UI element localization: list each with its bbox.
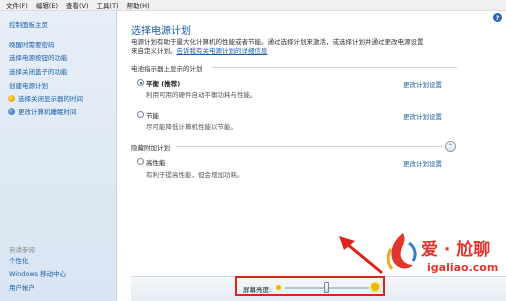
plan-desc-balanced: 利用可用的硬件自动平衡功耗与性能。	[146, 91, 257, 99]
see-also-personalize[interactable]: 个性化	[9, 255, 29, 265]
change-plan-settings-balanced[interactable]: 更改计划设置	[403, 79, 442, 89]
sidebar-item-create-plan[interactable]: 创建电源计划	[9, 80, 48, 90]
menu-tools[interactable]: 工具(T)	[97, 0, 119, 10]
plan-desc-power-saver: 尽可能降低计算机性能以节能。	[146, 123, 237, 131]
plan-name-high-performance: 高性能	[146, 159, 166, 167]
see-also-user-accounts[interactable]: 用户帐户	[9, 282, 35, 292]
menu-view[interactable]: 查看(V)	[66, 0, 89, 10]
watermark-title: 爱 · 尬聊	[421, 240, 491, 260]
sidebar-item-lid[interactable]: 选择关闭盖子的功能	[9, 66, 68, 76]
watermark: 爱 · 尬聊 igaliao.com	[383, 227, 505, 281]
see-also-mobility-center[interactable]: Windows 移动中心	[9, 268, 66, 278]
sidebar-item-label: 更改计算机睡眠时间	[18, 108, 77, 116]
intro-text: 电源计划有助于最大化计算机的性能或者节能。通过选择计划来激活，或选择计划并通过更…	[131, 38, 471, 56]
plan-radio-high-performance[interactable]	[137, 158, 144, 165]
page-title: 选择电源计划	[131, 26, 191, 37]
highlight-annotation	[235, 276, 385, 296]
sidebar-item-power-button[interactable]: 选择电源按钮的功能	[9, 52, 68, 62]
sidebar-item-sleep-time[interactable]: 更改计算机睡眠时间	[8, 106, 77, 116]
menu-bar: 文件(F) 编辑(E) 查看(V) 工具(T) 帮助(H)	[0, 0, 506, 11]
section-shown-plans: 电池指示器上显示的计划	[131, 65, 203, 73]
change-plan-settings-high-performance[interactable]: 更改计划设置	[403, 158, 442, 168]
intro-line-1: 电源计划有助于最大化计算机的性能或者节能。通过选择计划来激活，或选择计划并通过更…	[131, 38, 424, 46]
shield-icon	[8, 94, 15, 102]
sidebar-item-label: 选择关闭显示器的时间	[18, 95, 83, 103]
intro-line-2: 来自定义计划。告诉我有关电源计划的详细信息	[131, 47, 471, 56]
power-plan-info-link[interactable]: 告诉我有关电源计划的详细信息	[177, 47, 268, 55]
watermark-logo	[386, 233, 417, 270]
plan-name-balanced: 平衡 (推荐)	[146, 80, 181, 88]
sidebar-item-display-off[interactable]: 选择关闭显示器的时间	[8, 93, 83, 103]
plan-desc-high-performance: 有利于提高性能，但会增加功耗。	[146, 171, 244, 179]
plan-name-power-saver: 节能	[146, 112, 159, 120]
menu-file[interactable]: 文件(F)	[6, 0, 28, 10]
arrow-annotation	[339, 236, 383, 274]
change-plan-settings-power-saver[interactable]: 更改计划设置	[403, 111, 442, 121]
collapse-icon[interactable]: ⌃	[445, 141, 456, 152]
moon-icon	[8, 107, 15, 115]
plan-radio-balanced[interactable]	[137, 79, 144, 86]
section-divider	[212, 67, 457, 68]
menu-edit[interactable]: 编辑(E)	[36, 0, 58, 10]
sidebar-home-link[interactable]: 控制面板主页	[9, 19, 48, 29]
sidebar: 控制面板主页 唤醒时需要密码 选择电源按钮的功能 选择关闭盖子的功能 创建电源计…	[0, 11, 117, 301]
watermark-url: igaliao.com	[427, 261, 499, 274]
intro-prefix: 来自定义计划。	[131, 47, 177, 55]
plan-radio-power-saver[interactable]	[137, 111, 144, 118]
section-hidden-plans: 隐藏附加计划	[131, 144, 170, 152]
menu-help[interactable]: 帮助(H)	[127, 0, 150, 10]
section-divider	[176, 146, 442, 147]
see-also-title: 另请参阅	[9, 246, 35, 254]
help-icon[interactable]: ?	[493, 13, 502, 22]
sidebar-item-wake-password[interactable]: 唤醒时需要密码	[9, 39, 55, 49]
